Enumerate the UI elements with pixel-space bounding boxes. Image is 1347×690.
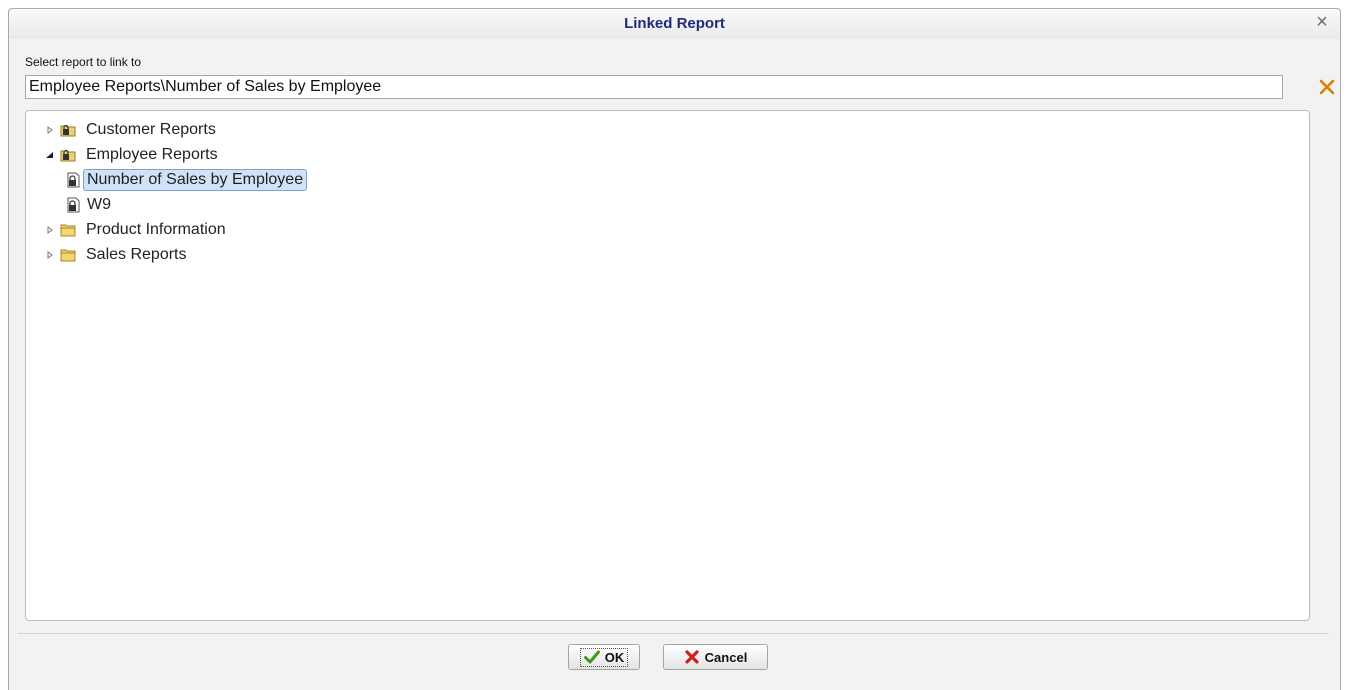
- red-x-icon: [685, 650, 699, 664]
- tree-item-label: Number of Sales by Employee: [83, 169, 308, 191]
- cancel-button-label: Cancel: [704, 649, 748, 665]
- footer-divider: [18, 633, 1329, 634]
- checkmark-icon: [583, 650, 600, 664]
- select-report-label: Select report to link to: [25, 55, 142, 69]
- cancel-button[interactable]: Cancel: [663, 644, 768, 670]
- tree-item-label: Employee Reports: [86, 146, 218, 163]
- tree-item-label: Customer Reports: [86, 121, 216, 138]
- folder-icon: [60, 222, 76, 238]
- expand-arrow-icon[interactable]: [44, 224, 56, 236]
- tree-item-label: Product Information: [86, 221, 226, 238]
- collapse-arrow-icon[interactable]: [44, 149, 56, 161]
- close-icon[interactable]: ×: [1314, 12, 1330, 32]
- locked-report-icon: [65, 197, 81, 213]
- locked-folder-icon: [60, 122, 76, 138]
- tree-item-customer-reports[interactable]: Customer Reports: [44, 119, 220, 141]
- ok-button[interactable]: OK: [568, 644, 640, 670]
- locked-folder-icon: [60, 147, 76, 163]
- dialog-titlebar[interactable]: Linked Report: [9, 9, 1340, 39]
- folder-icon: [60, 247, 76, 263]
- expand-arrow-icon[interactable]: [44, 249, 56, 261]
- tree-item-product-information[interactable]: Product Information: [44, 219, 230, 241]
- dialog-title: Linked Report: [624, 15, 725, 32]
- clear-x-icon[interactable]: [1318, 78, 1336, 96]
- tree-item-number-of-sales-by-employee[interactable]: Number of Sales by Employee: [65, 169, 308, 191]
- ok-button-label: OK: [604, 649, 625, 665]
- report-path-input[interactable]: [25, 75, 1283, 99]
- tree-item-label: Sales Reports: [86, 246, 187, 263]
- tree-item-sales-reports[interactable]: Sales Reports: [44, 244, 191, 266]
- report-tree[interactable]: Customer Reports Employee Reports Number…: [25, 110, 1310, 621]
- expand-arrow-icon[interactable]: [44, 124, 56, 136]
- tree-item-w9[interactable]: W9: [65, 194, 115, 216]
- tree-item-employee-reports[interactable]: Employee Reports: [44, 144, 222, 166]
- tree-item-label: W9: [87, 196, 111, 213]
- locked-report-icon: [65, 172, 81, 188]
